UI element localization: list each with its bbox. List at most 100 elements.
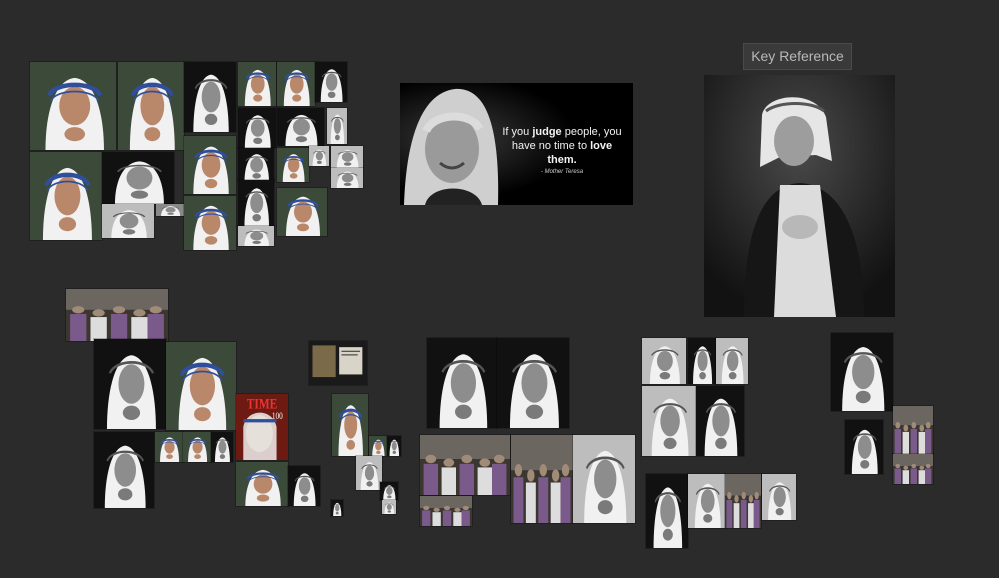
- reference-photo-thumbnail[interactable]: [118, 62, 184, 150]
- photo-graphic: [118, 62, 184, 150]
- reference-photo-thumbnail[interactable]: [332, 394, 368, 456]
- reference-photo-thumbnail[interactable]: [315, 62, 347, 102]
- photo-graphic: [420, 496, 472, 526]
- reference-photo-thumbnail[interactable]: [331, 168, 363, 188]
- reference-photo-thumbnail[interactable]: [238, 62, 276, 106]
- reference-photo-thumbnail[interactable]: [238, 180, 274, 226]
- quote-text: If you judge people, you have no time to…: [497, 125, 627, 176]
- photo-graphic: [382, 500, 396, 514]
- photo-graphic: [642, 338, 686, 384]
- reference-photo-thumbnail[interactable]: [309, 341, 367, 385]
- photo-graphic: [315, 62, 347, 102]
- reference-photo-thumbnail[interactable]: [688, 338, 716, 384]
- reference-photo-thumbnail[interactable]: [696, 386, 744, 456]
- reference-photo-thumbnail[interactable]: [331, 500, 343, 516]
- reference-photo-thumbnail[interactable]: [238, 226, 274, 246]
- photo-graphic: [277, 148, 309, 182]
- photo-graphic: [184, 196, 236, 250]
- reference-photo-thumbnail[interactable]: [497, 338, 569, 428]
- reference-photo-thumbnail[interactable]: [420, 496, 472, 526]
- reference-photo-thumbnail[interactable]: [356, 456, 382, 490]
- reference-photo-thumbnail[interactable]: [155, 432, 183, 462]
- photo-graphic: [94, 339, 166, 429]
- reference-photo-thumbnail[interactable]: [94, 432, 154, 508]
- reference-photo-thumbnail[interactable]: [380, 482, 398, 500]
- reference-photo-thumbnail[interactable]: [716, 338, 748, 384]
- photo-graphic: [277, 188, 327, 236]
- reference-photo-thumbnail[interactable]: [211, 432, 233, 462]
- reference-photo-thumbnail[interactable]: [893, 406, 933, 454]
- photo-graphic: [427, 338, 497, 428]
- reference-photo-thumbnail[interactable]: TIME 100: [236, 394, 288, 460]
- photo-graphic: [762, 474, 796, 520]
- reference-photo-thumbnail[interactable]: [382, 500, 396, 514]
- reference-photo-thumbnail[interactable]: [277, 188, 327, 236]
- reference-photo-thumbnail[interactable]: [238, 108, 276, 148]
- reference-photo-thumbnail[interactable]: [102, 152, 174, 204]
- photo-graphic: [893, 406, 933, 454]
- quote-card-image[interactable]: If you judge people, you have no time to…: [400, 83, 633, 205]
- photo-graphic: [831, 333, 893, 411]
- reference-photo-thumbnail[interactable]: [236, 462, 288, 506]
- quote-attribution: - Mother Teresa: [540, 169, 584, 175]
- reference-photo-thumbnail[interactable]: [184, 136, 236, 194]
- photo-graphic: [184, 136, 236, 194]
- photo-graphic: [387, 436, 401, 456]
- photo-graphic: [893, 454, 933, 484]
- photo-graphic: [30, 152, 102, 240]
- reference-photo-thumbnail[interactable]: [831, 333, 893, 411]
- reference-photo-thumbnail[interactable]: [688, 474, 726, 528]
- reference-photo-thumbnail[interactable]: [893, 454, 933, 484]
- reference-photo-thumbnail[interactable]: [369, 436, 387, 456]
- photo-graphic: [369, 436, 387, 456]
- reference-photo-thumbnail[interactable]: [646, 474, 688, 548]
- reference-photo-thumbnail[interactable]: [420, 435, 510, 495]
- reference-photo-thumbnail[interactable]: [183, 432, 211, 462]
- photo-graphic: [183, 432, 211, 462]
- reference-photo-thumbnail[interactable]: [238, 148, 274, 182]
- reference-photo-thumbnail[interactable]: [288, 466, 320, 506]
- reference-photo-thumbnail[interactable]: [845, 420, 883, 474]
- reference-photo-thumbnail[interactable]: [277, 62, 315, 106]
- time-masthead: TIME: [247, 395, 278, 412]
- photo-graphic: [725, 474, 761, 528]
- reference-photo-thumbnail[interactable]: [102, 204, 154, 238]
- photo-graphic: [238, 148, 274, 182]
- reference-photo-thumbnail[interactable]: [642, 386, 696, 456]
- reference-photo-thumbnail[interactable]: [30, 62, 116, 150]
- reference-photo-thumbnail[interactable]: [184, 196, 236, 250]
- reference-photo-thumbnail[interactable]: [573, 435, 635, 523]
- photo-graphic: [102, 204, 154, 238]
- photo-graphic: [288, 466, 320, 506]
- reference-photo-thumbnail[interactable]: [725, 474, 761, 528]
- key-reference-image[interactable]: [704, 75, 895, 317]
- reference-photo-thumbnail[interactable]: [277, 148, 309, 182]
- photo-graphic: [66, 289, 168, 341]
- photo-graphic: [238, 108, 276, 148]
- photo-graphic: [238, 62, 276, 106]
- reference-photo-thumbnail[interactable]: [309, 146, 329, 166]
- reference-photo-thumbnail[interactable]: [762, 474, 796, 520]
- reference-photo-thumbnail[interactable]: [156, 204, 184, 216]
- photo-graphic: [156, 204, 184, 216]
- photo-graphic: [688, 474, 726, 528]
- reference-photo-thumbnail[interactable]: [30, 152, 102, 240]
- reference-photo-thumbnail[interactable]: [511, 435, 573, 523]
- photo-graphic: [211, 432, 233, 462]
- reference-photo-thumbnail[interactable]: [277, 108, 324, 146]
- reference-photo-thumbnail[interactable]: [642, 338, 686, 384]
- photo-graphic: [94, 432, 154, 508]
- reference-photo-thumbnail[interactable]: [327, 108, 347, 144]
- reference-photo-thumbnail[interactable]: [166, 342, 236, 430]
- photo-graphic: [236, 462, 288, 506]
- reference-photo-thumbnail[interactable]: [331, 146, 363, 168]
- reference-photo-thumbnail[interactable]: [427, 338, 497, 428]
- reference-photo-thumbnail[interactable]: [387, 436, 401, 456]
- photo-graphic: [30, 62, 116, 150]
- reference-photo-thumbnail[interactable]: [94, 339, 166, 429]
- photo-graphic: [573, 435, 635, 523]
- photo-graphic: [331, 500, 343, 516]
- photo-graphic: [331, 168, 363, 188]
- reference-photo-thumbnail[interactable]: [184, 62, 236, 132]
- reference-photo-thumbnail[interactable]: [66, 289, 168, 341]
